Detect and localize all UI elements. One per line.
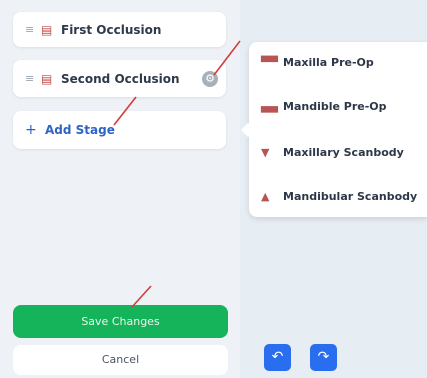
stage-label-second: Second Occlusion bbox=[61, 71, 180, 86]
save-changes-button[interactable]: Save Changes bbox=[13, 305, 228, 338]
add-stage-menu: ▀▀ Maxilla Pre-Op ▄▄ Mandible Pre-Op ▼ M… bbox=[249, 42, 427, 217]
menu-item-maxilla-preop[interactable]: ▀▀ Maxilla Pre-Op bbox=[261, 56, 374, 69]
menu-item-mandibular-scanbody[interactable]: ▲ Mandibular Scanbody bbox=[261, 190, 417, 203]
menu-item-mandible-preop[interactable]: ▄▄ Mandible Pre-Op bbox=[261, 100, 387, 113]
stage-icon: ▤ bbox=[41, 22, 53, 37]
redo-icon: ↷ bbox=[317, 349, 330, 365]
stage-card-second[interactable]: ≡ ▤ Second Occlusion ⚙ bbox=[13, 60, 226, 97]
maxillary-scanbody-icon: ▼ bbox=[261, 146, 270, 159]
gear-icon[interactable]: ⚙ bbox=[202, 70, 218, 87]
stage-icon: ▤ bbox=[41, 71, 53, 86]
drag-handle-icon[interactable]: ≡ bbox=[25, 23, 41, 36]
maxilla-preop-icon: ▀▀ bbox=[261, 56, 278, 69]
undo-button[interactable]: ↶ bbox=[264, 344, 291, 371]
stage-label-first: First Occlusion bbox=[61, 22, 162, 37]
mandible-preop-icon: ▄▄ bbox=[261, 100, 278, 113]
add-stage-button[interactable]: + Add Stage bbox=[13, 111, 226, 149]
menu-item-label: Mandible Pre-Op bbox=[283, 100, 387, 113]
drag-handle-icon[interactable]: ≡ bbox=[25, 72, 41, 85]
menu-item-maxillary-scanbody[interactable]: ▼ Maxillary Scanbody bbox=[261, 146, 404, 159]
add-stage-label: Add Stage bbox=[45, 123, 115, 137]
menu-item-label: Maxilla Pre-Op bbox=[283, 56, 374, 69]
stage-card-first[interactable]: ≡ ▤ First Occlusion bbox=[13, 12, 226, 47]
stage-panel: ≡ ▤ First Occlusion ≡ ▤ Second Occlusion… bbox=[0, 0, 240, 378]
redo-button[interactable]: ↷ bbox=[310, 344, 337, 371]
mandibular-scanbody-icon: ▲ bbox=[261, 190, 270, 203]
plus-icon: + bbox=[25, 122, 37, 138]
menu-item-label: Maxillary Scanbody bbox=[283, 146, 404, 159]
cancel-button[interactable]: Cancel bbox=[13, 345, 228, 375]
menu-item-label: Mandibular Scanbody bbox=[283, 190, 418, 203]
undo-icon: ↶ bbox=[271, 349, 284, 365]
